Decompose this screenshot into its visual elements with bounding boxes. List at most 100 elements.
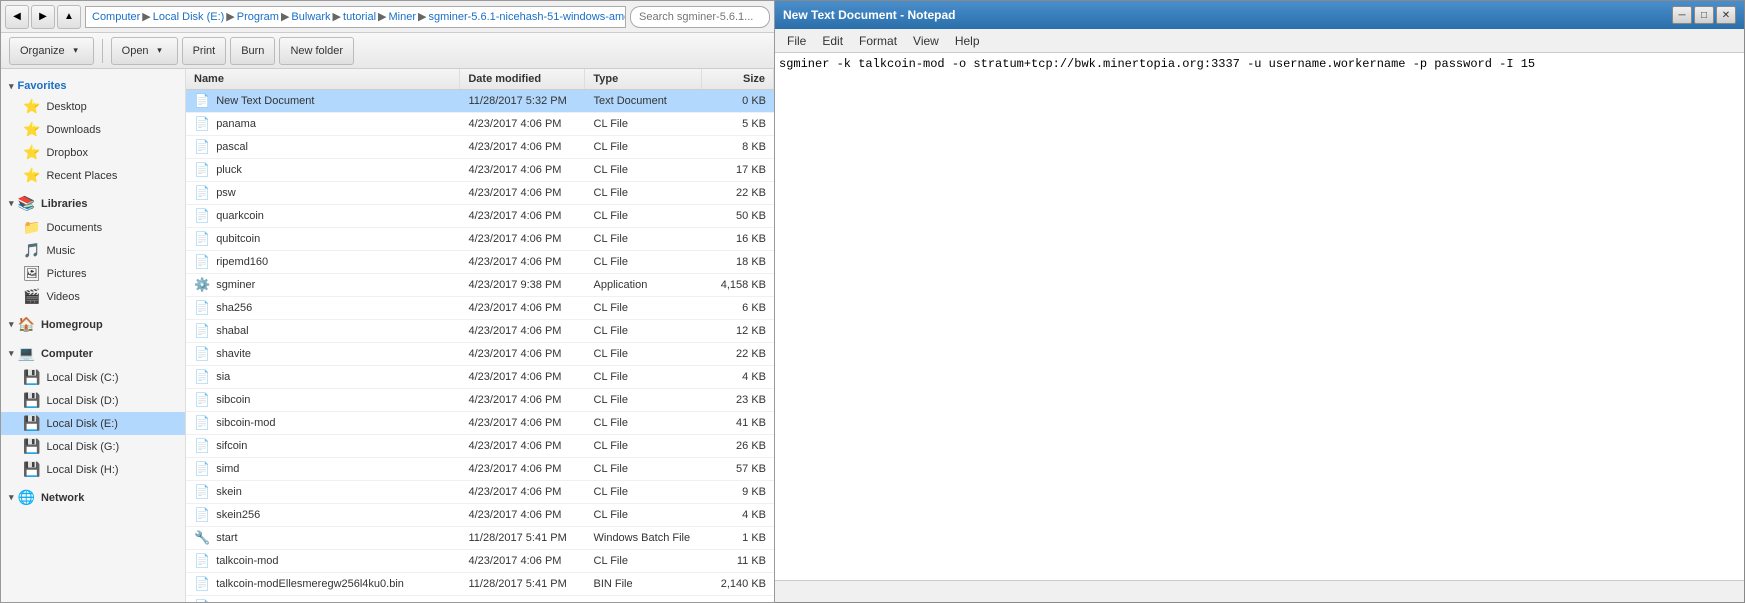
sidebar-item-local-h[interactable]: 💾 Local Disk (H:) [1,458,185,481]
file-type-cell: CL File [586,552,702,570]
menu-help[interactable]: Help [947,32,988,50]
sidebar-item-desktop[interactable]: ⭐ Desktop [1,95,185,118]
file-date-cell: 4/23/2017 4:06 PM [460,230,585,248]
sidebar-item-music[interactable]: 🎵 Music [1,239,185,262]
forward-button[interactable]: ▶ [31,5,55,29]
menu-edit[interactable]: Edit [814,32,851,50]
maximize-button[interactable]: □ [1694,6,1714,24]
file-name-text: sibcoin [216,394,250,406]
table-row[interactable]: 🔧start11/28/2017 5:41 PMWindows Batch Fi… [186,527,774,550]
close-button[interactable]: ✕ [1716,6,1736,24]
favorites-header[interactable]: ▾ Favorites [1,77,185,95]
menu-file[interactable]: File [779,32,814,50]
drive-d-icon: 💾 [23,392,40,409]
address-path[interactable]: Computer ▶ Local Disk (E:) ▶ Program ▶ B… [85,6,626,28]
table-row[interactable]: 📄skein4/23/2017 4:06 PMCL File9 KB [186,481,774,504]
table-row[interactable]: 📄pluck4/23/2017 4:06 PMCL File17 KB [186,159,774,182]
computer-arrow: ▾ [9,348,14,359]
path-sep-6: ▶ [418,10,426,23]
col-header-size[interactable]: Size [702,69,774,89]
table-row[interactable]: 📄skein2564/23/2017 4:06 PMCL File4 KB [186,504,774,527]
libraries-header[interactable]: ▾ 📚 Libraries [1,191,185,216]
file-type-cell: BIN File [586,575,702,593]
sidebar-item-local-e[interactable]: 💾 Local Disk (E:) [1,412,185,435]
toolbar-sep-1 [102,39,103,63]
path-sgminer[interactable]: sgminer-5.6.1-nicehash-51-windows-amd64 [429,11,627,23]
sidebar-item-local-g[interactable]: 💾 Local Disk (G:) [1,435,185,458]
computer-header[interactable]: ▾ 💻 Computer [1,341,185,366]
up-button[interactable]: ▲ [57,5,81,29]
table-row[interactable]: 📄talkcoin-modEllesmeregw256l4ku0.bin11/2… [186,573,774,596]
table-row[interactable]: 📄sifcoin4/23/2017 4:06 PMCL File26 KB [186,435,774,458]
burn-button[interactable]: Burn [230,37,275,65]
path-program[interactable]: Program [237,11,279,23]
organize-button[interactable]: Organize ▾ [9,37,94,65]
sidebar-item-videos[interactable]: 🎬 Videos [1,285,185,308]
path-miner[interactable]: Miner [389,11,417,23]
back-button[interactable]: ◀ [5,5,29,29]
table-row[interactable]: 📄ripemd1604/23/2017 4:06 PMCL File18 KB [186,251,774,274]
print-button[interactable]: Print [182,37,227,65]
table-row[interactable]: 📄sibcoin-mod4/23/2017 4:06 PMCL File41 K… [186,412,774,435]
table-row[interactable]: 📄panama4/23/2017 4:06 PMCL File5 KB [186,113,774,136]
menu-view[interactable]: View [905,32,947,50]
notepad-content[interactable]: sgminer -k talkcoin-mod -o stratum+tcp:/… [775,53,1744,580]
file-type-cell: CL File [586,345,702,363]
sidebar-item-recent-places[interactable]: ⭐ Recent Places [1,164,185,187]
file-icon: 📄 [194,461,210,477]
file-date-cell: 4/23/2017 4:06 PM [460,506,585,524]
table-row[interactable]: 📄shavite4/23/2017 4:06 PMCL File22 KB [186,343,774,366]
sidebar-item-label: Videos [46,291,79,303]
table-row[interactable]: ⚙️sgminer4/23/2017 9:38 PMApplication4,1… [186,274,774,297]
sidebar-item-documents[interactable]: 📁 Documents [1,216,185,239]
open-button[interactable]: Open ▾ [111,37,178,65]
homegroup-header[interactable]: ▾ 🏠 Homegroup [1,312,185,337]
search-input[interactable] [630,6,770,28]
sidebar-item-dropbox[interactable]: ⭐ Dropbox [1,141,185,164]
col-header-date[interactable]: Date modified [460,69,585,89]
computer-label: Computer [41,348,93,360]
file-name-cell: 📄sibcoin-mod [186,412,460,434]
file-name-text: shabal [216,325,248,337]
path-computer[interactable]: Computer [92,11,140,23]
file-icon: 📄 [194,599,210,602]
dropbox-icon: ⭐ [23,144,40,161]
table-row[interactable]: 📄New Text Document11/28/2017 5:32 PMText… [186,90,774,113]
path-bulwark[interactable]: Bulwark [291,11,330,23]
file-type-cell: CL File [586,322,702,340]
table-row[interactable]: 📄sia4/23/2017 4:06 PMCL File4 KB [186,366,774,389]
menu-format[interactable]: Format [851,32,905,50]
table-row[interactable]: 📄simd4/23/2017 4:06 PMCL File57 KB [186,458,774,481]
minimize-button[interactable]: ─ [1672,6,1692,24]
table-row[interactable]: 📄talkcoin-mod4/23/2017 4:06 PMCL File11 … [186,550,774,573]
col-header-name[interactable]: Name [186,69,460,89]
file-type-cell: CL File [586,207,702,225]
file-type-cell: CL File [586,138,702,156]
table-row[interactable]: 📄qubitcoin4/23/2017 4:06 PMCL File16 KB [186,228,774,251]
file-name-cell: 📄sia [186,366,460,388]
path-tutorial[interactable]: tutorial [343,11,376,23]
file-icon: 📄 [194,300,210,316]
col-header-type[interactable]: Type [585,69,701,89]
table-row[interactable]: 📄quarkcoin4/23/2017 4:06 PMCL File50 KB [186,205,774,228]
table-row[interactable]: 📄twecoin4/23/2017 4:06 PMCL File12 KB [186,596,774,602]
favorites-label: Favorites [18,80,67,92]
table-row[interactable]: 📄sibcoin4/23/2017 4:06 PMCL File23 KB [186,389,774,412]
path-drive-e[interactable]: Local Disk (E:) [153,11,225,23]
table-row[interactable]: 📄pascal4/23/2017 4:06 PMCL File8 KB [186,136,774,159]
sidebar-item-downloads[interactable]: ⭐ Downloads [1,118,185,141]
file-date-cell: 11/28/2017 5:41 PM [460,529,585,547]
file-name-cell: 📄qubitcoin [186,228,460,250]
new-folder-button[interactable]: New folder [279,37,354,65]
file-icon: ⚙️ [194,277,210,293]
sidebar-item-label: Downloads [46,124,100,136]
table-row[interactable]: 📄sha2564/23/2017 4:06 PMCL File6 KB [186,297,774,320]
table-row[interactable]: 📄shabal4/23/2017 4:06 PMCL File12 KB [186,320,774,343]
network-icon: 🌐 [18,489,35,506]
recent-places-icon: ⭐ [23,167,40,184]
network-header[interactable]: ▾ 🌐 Network [1,485,185,510]
sidebar-item-local-d[interactable]: 💾 Local Disk (D:) [1,389,185,412]
table-row[interactable]: 📄psw4/23/2017 4:06 PMCL File22 KB [186,182,774,205]
sidebar-item-pictures[interactable]: 🖼 Pictures [1,262,185,285]
sidebar-item-local-c[interactable]: 💾 Local Disk (C:) [1,366,185,389]
